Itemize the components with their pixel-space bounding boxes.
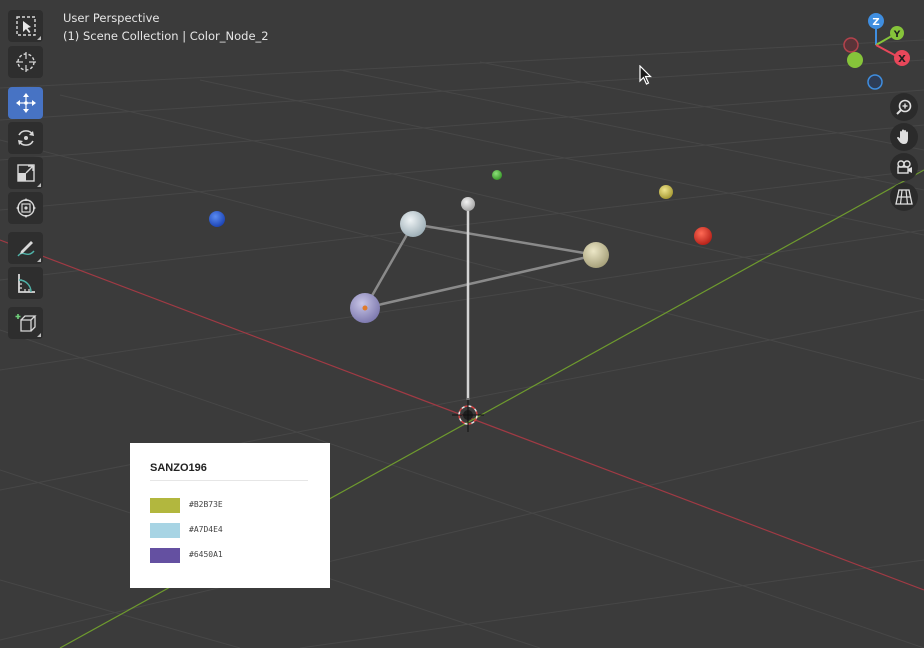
swatch-color-box: [150, 523, 180, 538]
tool-variants-indicator: [37, 36, 41, 40]
axis-x-label: X: [898, 54, 906, 65]
cursor-target-icon: [15, 52, 36, 72]
tool-variants-indicator: [37, 333, 41, 337]
node-yellow[interactable]: [659, 185, 673, 199]
palette-title: SANZO196: [150, 462, 207, 474]
add-cube-tool[interactable]: [8, 307, 43, 339]
perspective-toggle-button[interactable]: [890, 183, 918, 211]
node-blue[interactable]: [209, 211, 225, 227]
annotate-pen-icon: [16, 241, 35, 257]
rotate-tool[interactable]: [8, 122, 43, 154]
move-arrows-icon: [15, 93, 36, 113]
axis-neg-x-icon[interactable]: [843, 37, 859, 53]
hand-pan-icon: [897, 129, 908, 144]
measure-tool[interactable]: [8, 267, 43, 299]
origin-marker: [362, 305, 368, 311]
zoom-icon: [896, 99, 912, 115]
annotate-tool[interactable]: [8, 232, 43, 264]
palette-divider: [150, 480, 308, 481]
axis-neg-y-icon[interactable]: [847, 52, 863, 68]
axis-y-label: Y: [893, 30, 901, 40]
scale-icon: [16, 164, 35, 182]
tool-variants-indicator: [37, 183, 41, 187]
scale-tool[interactable]: [8, 157, 43, 189]
swatch-color-box: [150, 498, 180, 513]
add-cube-icon: [15, 314, 37, 332]
swatch-hex-label: #6450A1: [189, 550, 223, 559]
viewport-mode-label: User Perspective: [63, 11, 160, 25]
tool-variants-indicator: [37, 258, 41, 262]
transform-tool[interactable]: [8, 192, 43, 224]
3d-viewport[interactable]: User Perspective (1) Scene Collection | …: [0, 0, 924, 648]
measure-ruler-icon: [17, 274, 35, 293]
rotate-icon: [17, 130, 34, 146]
move-tool[interactable]: [8, 87, 43, 119]
mouse-pointer-icon: [639, 65, 652, 85]
3d-cursor[interactable]: [452, 398, 484, 432]
node-red[interactable]: [694, 227, 712, 245]
swatch-color-box: [150, 548, 180, 563]
node-small-gray[interactable]: [461, 197, 475, 211]
color-palette-card: SANZO196 #B2B73E #A7D4E4 #6450A1: [130, 443, 330, 588]
swatch-hex-label: #B2B73E: [189, 500, 223, 509]
scene-collection-label: (1) Scene Collection | Color_Node_2: [63, 29, 269, 43]
node-cream[interactable]: [583, 242, 609, 268]
navigation-gizmo[interactable]: Z Y X: [838, 10, 924, 96]
camera-icon: [897, 160, 912, 174]
node-green[interactable]: [492, 170, 502, 180]
pan-button[interactable]: [890, 123, 918, 151]
select-box-tool[interactable]: [8, 10, 43, 42]
swatch-hex-label: #A7D4E4: [189, 525, 223, 534]
zoom-button[interactable]: [890, 93, 918, 121]
cursor-tool[interactable]: [8, 46, 43, 78]
node-connections: [363, 222, 598, 310]
axis-neg-z-icon[interactable]: [867, 74, 883, 90]
select-box-icon: [15, 16, 36, 36]
transform-icon: [15, 198, 36, 218]
grid-perspective-icon: [895, 189, 913, 205]
camera-view-button[interactable]: [890, 153, 918, 181]
axis-z-label: Z: [872, 17, 879, 28]
node-light-blue[interactable]: [400, 211, 426, 237]
